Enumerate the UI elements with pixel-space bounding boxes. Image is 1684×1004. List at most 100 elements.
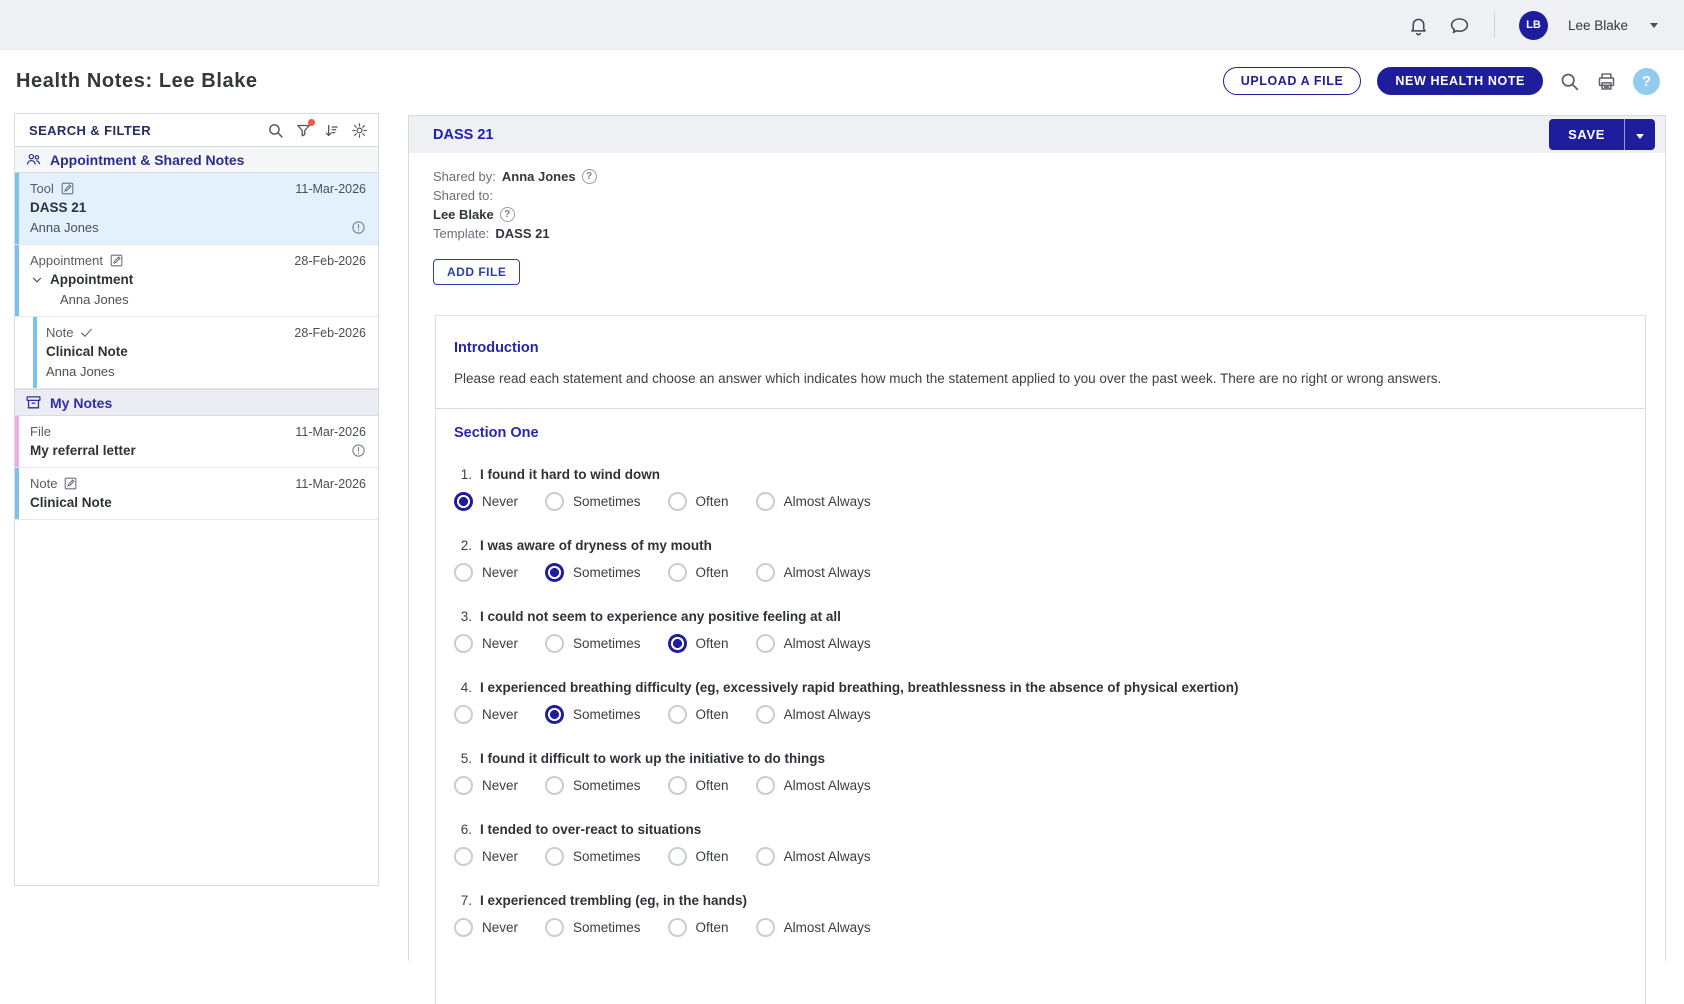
radio-button[interactable] [668, 847, 687, 866]
save-dropdown-button[interactable] [1625, 119, 1655, 150]
people-icon [25, 151, 42, 168]
answer-option-sometimes[interactable]: Sometimes [545, 918, 641, 937]
user-avatar[interactable]: LB [1519, 11, 1548, 40]
filter-notification-dot [308, 119, 315, 126]
radio-button[interactable] [668, 492, 687, 511]
radio-label: Never [482, 565, 518, 580]
answer-option-never[interactable]: Never [454, 918, 518, 937]
messages-chat-icon[interactable] [1449, 15, 1470, 36]
check-icon [79, 325, 94, 340]
answer-option-almost-always[interactable]: Almost Always [756, 563, 871, 582]
print-icon[interactable] [1596, 71, 1617, 92]
answer-option-almost-always[interactable]: Almost Always [756, 705, 871, 724]
radio-button[interactable] [668, 918, 687, 937]
help-circle-icon[interactable]: ? [500, 207, 515, 222]
chevron-down-icon[interactable] [30, 273, 44, 287]
radio-label: Almost Always [784, 920, 871, 935]
answer-option-never[interactable]: Never [454, 847, 518, 866]
radio-button[interactable] [756, 847, 775, 866]
radio-button[interactable] [545, 705, 564, 724]
upload-file-button[interactable]: UPLOAD A FILE [1223, 67, 1362, 95]
note-item-clinical-note-shared[interactable]: Note 28-Feb-2026 Clinical Note Anna Jone… [15, 317, 378, 389]
save-button-group: SAVE [1549, 119, 1655, 150]
intro-heading: Introduction [454, 340, 1627, 356]
save-button[interactable]: SAVE [1549, 119, 1625, 150]
radio-button[interactable] [756, 776, 775, 795]
my-notes-section-header[interactable]: My Notes [15, 389, 378, 416]
radio-button[interactable] [545, 563, 564, 582]
answer-option-never[interactable]: Never [454, 705, 518, 724]
sidebar-search-icon[interactable] [267, 122, 284, 139]
answer-option-never[interactable]: Never [454, 563, 518, 582]
help-circle-icon[interactable]: ? [582, 169, 597, 184]
user-menu-caret-icon[interactable] [1650, 23, 1658, 28]
answer-option-sometimes[interactable]: Sometimes [545, 563, 641, 582]
radio-button[interactable] [756, 563, 775, 582]
answer-option-almost-always[interactable]: Almost Always [756, 776, 871, 795]
sort-icon[interactable] [323, 122, 340, 139]
info-icon[interactable] [351, 220, 366, 235]
radio-button[interactable] [454, 705, 473, 724]
radio-button[interactable] [756, 492, 775, 511]
answer-option-often[interactable]: Often [668, 847, 729, 866]
answer-option-almost-always[interactable]: Almost Always [756, 492, 871, 511]
answer-option-sometimes[interactable]: Sometimes [545, 776, 641, 795]
answer-option-never[interactable]: Never [454, 776, 518, 795]
radio-button[interactable] [668, 705, 687, 724]
radio-button[interactable] [756, 918, 775, 937]
answer-option-sometimes[interactable]: Sometimes [545, 634, 641, 653]
radio-button[interactable] [668, 776, 687, 795]
radio-button[interactable] [545, 918, 564, 937]
radio-button[interactable] [545, 634, 564, 653]
radio-label: Almost Always [784, 707, 871, 722]
question-number: 6. [454, 822, 472, 837]
note-item-referral-letter[interactable]: File 11-Mar-2026 My referral letter [15, 416, 378, 468]
info-icon[interactable] [351, 443, 366, 458]
radio-label: Often [696, 778, 729, 793]
item-date: 11-Mar-2026 [295, 425, 366, 439]
radio-button[interactable] [545, 492, 564, 511]
note-item-dass21[interactable]: Tool 11-Mar-2026 DASS 21 Anna Jones [15, 173, 378, 245]
radio-button[interactable] [454, 847, 473, 866]
answer-option-sometimes[interactable]: Sometimes [545, 847, 641, 866]
note-item-appointment[interactable]: Appointment 28-Feb-2026 Appointment Anna… [15, 245, 378, 317]
answer-option-almost-always[interactable]: Almost Always [756, 634, 871, 653]
answer-option-almost-always[interactable]: Almost Always [756, 847, 871, 866]
answer-option-often[interactable]: Often [668, 776, 729, 795]
new-health-note-button[interactable]: NEW HEALTH NOTE [1377, 67, 1543, 95]
radio-button[interactable] [756, 705, 775, 724]
radio-button[interactable] [454, 634, 473, 653]
answer-option-never[interactable]: Never [454, 634, 518, 653]
notifications-bell-icon[interactable] [1408, 15, 1429, 36]
add-file-button[interactable]: ADD FILE [433, 259, 520, 285]
answer-option-often[interactable]: Often [668, 918, 729, 937]
answer-option-almost-always[interactable]: Almost Always [756, 918, 871, 937]
radio-button[interactable] [668, 634, 687, 653]
answer-option-often[interactable]: Often [668, 634, 729, 653]
answer-option-sometimes[interactable]: Sometimes [545, 705, 641, 724]
radio-button[interactable] [668, 563, 687, 582]
shared-notes-section-header[interactable]: Appointment & Shared Notes [15, 147, 378, 173]
radio-button[interactable] [545, 847, 564, 866]
item-type-label: Note [30, 476, 57, 491]
answer-option-often[interactable]: Often [668, 705, 729, 724]
answer-option-sometimes[interactable]: Sometimes [545, 492, 641, 511]
help-icon[interactable]: ? [1633, 68, 1660, 95]
item-author: Anna Jones [46, 364, 115, 379]
radio-button[interactable] [454, 563, 473, 582]
radio-button[interactable] [454, 492, 473, 511]
gear-icon[interactable] [351, 122, 368, 139]
answer-option-often[interactable]: Often [668, 563, 729, 582]
radio-button[interactable] [545, 776, 564, 795]
search-icon[interactable] [1559, 71, 1580, 92]
filter-icon[interactable] [295, 122, 312, 139]
question-text: I found it hard to wind down [480, 467, 660, 482]
note-item-clinical-note-mine[interactable]: Note 11-Mar-2026 Clinical Note [15, 468, 378, 520]
radio-button[interactable] [454, 776, 473, 795]
question-text: I was aware of dryness of my mouth [480, 538, 712, 553]
radio-button[interactable] [756, 634, 775, 653]
radio-button[interactable] [454, 918, 473, 937]
radio-label: Often [696, 636, 729, 651]
answer-option-never[interactable]: Never [454, 492, 518, 511]
answer-option-often[interactable]: Often [668, 492, 729, 511]
